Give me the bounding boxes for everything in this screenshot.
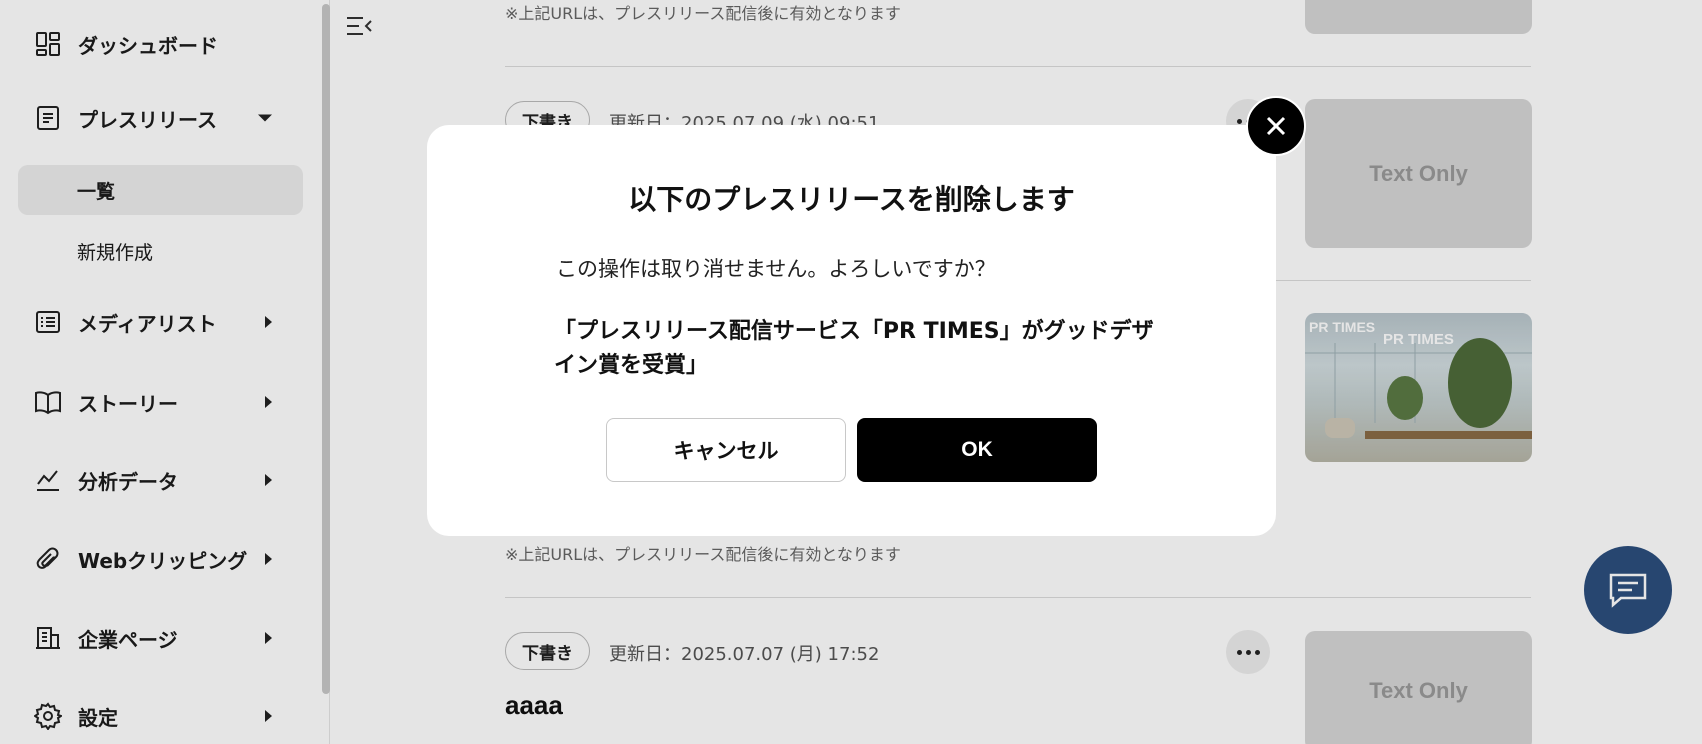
ok-button[interactable]: OK [857,418,1097,482]
delete-confirm-dialog: 以下のプレスリリースを削除します この操作は取り消せません。よろしいですか？ 「… [427,125,1276,536]
dialog-message: この操作は取り消せません。よろしいですか？ [556,257,996,281]
cancel-button[interactable]: キャンセル [606,418,846,482]
close-icon [1266,116,1286,136]
target-release-title: 「プレスリリース配信サービス「PR TIMES」がグッドデザイン賞を受賞」 [554,319,1154,378]
dialog-title: 以下のプレスリリースを削除します [628,183,1075,216]
close-button[interactable] [1246,96,1306,156]
